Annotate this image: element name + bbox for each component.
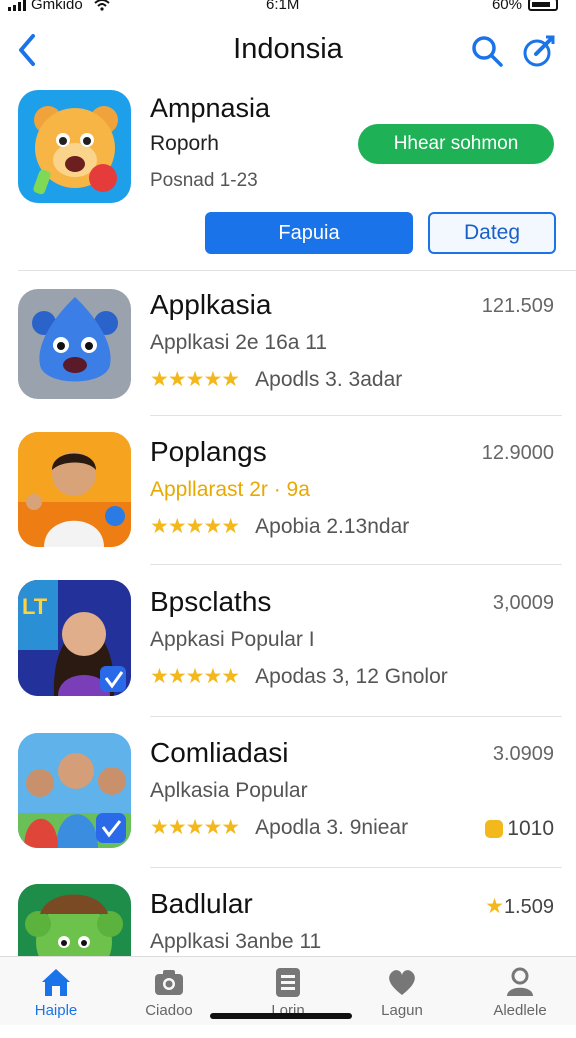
rating-text: Apobia 2.13ndar [255,514,410,538]
divider [150,867,562,868]
divider [150,415,562,416]
featured-app[interactable]: Ampnasia Roporh Posnad 1-23 Hhear sohmon… [0,85,576,270]
featured-app-title: Ampnasia [150,93,271,123]
rating-row: ★★★★★ Apodls 3. 3adar [150,367,402,392]
home-indicator [210,1013,352,1019]
camera-icon [155,970,183,995]
badge-count: 1010 [485,817,554,841]
app-subtitle: Applkasi 2e 16a 11 [150,331,328,354]
tab-label: Haiple [34,1002,78,1019]
status-time: 6:1M [266,0,300,13]
star-rating-icon: ★★★★★ [150,665,240,688]
download-count: 121.509 [481,295,554,317]
tab-favorites[interactable]: Lagun [354,965,450,1019]
bear-mascot-icon [33,106,118,195]
app-icon-green [18,884,131,964]
app-subtitle: Appkasi Popular I [150,628,315,651]
app-list-item[interactable]: Applkasia Applkasi 2e 16a 11 ★★★★★ Apodl… [0,289,576,439]
download-count: 12.9000 [481,442,554,464]
carrier-name: Gmkido [31,0,83,13]
featured-app-subtitle: Roporh [150,132,219,155]
primary-action-button[interactable]: Fapuia [205,212,413,254]
tab-home[interactable]: Haiple [8,965,104,1019]
rating-row: ★★★★★ Apobia 2.13ndar [150,514,409,539]
heart-icon [389,970,415,995]
tab-label: Ciadoo [145,1002,193,1019]
tab-list[interactable]: Lorin [240,965,336,1019]
rating-value: 1.509 [503,896,554,918]
divider [150,716,562,717]
wifi-icon [94,0,110,11]
signal-icon [8,0,26,11]
download-count: 3.0909 [492,743,554,765]
battery-percent: 60% [491,0,522,13]
star-rating-icon: ★★★★★ [150,368,240,391]
app-icon-girl: LT [18,580,131,696]
app-title: Badlular [150,888,253,919]
badge-value: 1010 [507,817,554,840]
family-photo-icon [18,733,131,848]
star-icon: ★ [485,895,504,918]
app-title: Applkasia [150,289,272,320]
rating-row: ★★★★★ Apodla 3. 9niear [150,815,408,840]
status-left: Gmkido [8,0,110,13]
tab-profile[interactable]: Aledlele [472,965,568,1019]
app-list-item[interactable]: LT Bpsclaths Appkasi Popular I ★★★★★ Apo… [0,580,576,736]
star-rating-icon: ★★★★★ [150,816,240,839]
status-bar: Gmkido 6:1M 60% [0,0,576,22]
app-icon-kid [18,432,131,547]
home-icon [42,969,70,996]
app-title: Comliadasi [150,737,289,768]
girl-photo-icon: LT [18,580,131,696]
app-subtitle: Appllarast 2r · 9a [150,478,310,501]
rating-text: Apodas 3, 12 Gnolor [255,664,448,688]
app-subtitle: Applkasi 3anbe 11 [150,930,322,953]
star-rating-icon: ★★★★★ [150,515,240,538]
app-icon-blob [18,289,131,399]
profile-icon [507,967,533,996]
nav-bar: Indonsia [0,26,576,78]
download-count: 3,0009 [492,592,554,614]
search-icon[interactable] [470,34,504,68]
tab-label: Aledlele [493,1002,547,1019]
divider [18,270,576,271]
app-title: Bpsclaths [150,586,272,617]
battery-icon [528,0,558,11]
rating-count: ★1.509 [485,894,554,919]
green-bear-icon [18,884,131,964]
rating-text: Apodla 3. 9niear [255,815,409,839]
app-subtitle: Aplkasia Popular [150,779,308,802]
svg-text:LT: LT [22,594,48,619]
blue-monster-icon [32,297,118,382]
divider [150,564,562,565]
app-icon-family [18,733,131,848]
rating-text: Apodls 3. 3adar [255,367,403,391]
child-photo-icon [18,432,131,547]
secondary-action-button[interactable]: Dateg [428,212,556,254]
get-button[interactable]: Hhear sohmon [358,124,554,164]
app-list-item[interactable]: Comliadasi Aplkasia Popular ★★★★★ Apodla… [0,733,576,887]
tab-label: Lagun [381,1002,423,1019]
badge-icon [485,820,504,838]
app-title: Poplangs [150,436,267,467]
list-icon [276,968,300,997]
rating-row: ★★★★★ Apodas 3, 12 Gnolor [150,664,448,689]
compose-icon[interactable] [522,34,556,68]
status-right: 60% [492,0,558,13]
featured-app-meta: Posnad 1-23 [150,170,258,191]
featured-app-icon [18,90,131,203]
tab-camera[interactable]: Ciadoo [121,965,217,1019]
